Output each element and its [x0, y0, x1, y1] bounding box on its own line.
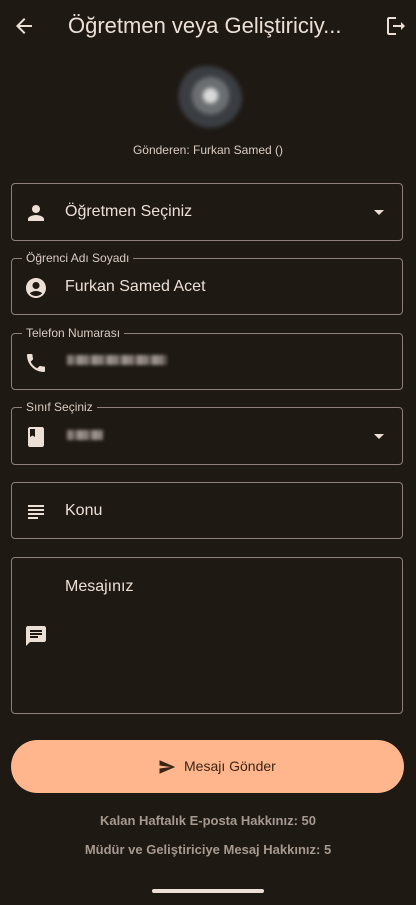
weekly-email-quota: Kalan Haftalık E-posta Hakkınız: 50	[99, 813, 316, 828]
sender-label: Gönderen: Furkan Samed ()	[132, 143, 284, 157]
message-field[interactable]: Mesajınız	[11, 557, 403, 714]
phone-icon	[27, 354, 45, 372]
gesture-bar[interactable]	[152, 889, 264, 893]
principal-message-quota: Müdür ve Geliştiriciye Mesaj Hakkınız: 5	[84, 842, 332, 857]
teacher-select-value: Öğretmen Seçiniz	[65, 203, 193, 220]
subject-placeholder: Konu	[65, 502, 103, 519]
class-select[interactable]: Sınıf Seçiniz	[11, 400, 403, 465]
student-name-label: Öğrenci Adı Soyadı	[22, 251, 134, 265]
person-icon	[28, 205, 44, 221]
app-bar: Öğretmen veya Geliştiriciy...	[0, 0, 416, 52]
class-value-redacted	[67, 430, 103, 440]
send-message-button[interactable]: Mesajı Gönder	[11, 740, 404, 793]
phone-label: Telefon Numarası	[22, 326, 125, 340]
send-icon	[159, 760, 176, 774]
subject-lines-icon	[28, 505, 44, 519]
account-circle-icon	[26, 278, 46, 298]
message-icon	[26, 626, 46, 646]
phone-value-redacted	[67, 355, 167, 365]
page-title: Öğretmen veya Geliştiriciy...	[68, 13, 342, 38]
subject-field[interactable]: Konu	[11, 482, 403, 539]
student-name-field[interactable]: Öğrenci Adı Soyadı Furkan Samed Acet	[11, 251, 403, 315]
avatar	[172, 66, 242, 132]
book-icon	[28, 427, 44, 447]
student-name-value: Furkan Samed Acet	[65, 278, 206, 295]
teacher-select[interactable]: Öğretmen Seçiniz	[11, 183, 403, 241]
message-placeholder: Mesajınız	[65, 578, 134, 595]
phone-field[interactable]: Telefon Numarası	[11, 326, 403, 390]
send-button-label: Mesajı Gönder	[184, 758, 276, 774]
dropdown-arrow-icon	[374, 210, 384, 215]
back-arrow-icon[interactable]	[12, 14, 36, 38]
class-select-label: Sınıf Seçiniz	[22, 400, 97, 414]
dropdown-arrow-icon	[374, 434, 384, 439]
logout-icon[interactable]	[384, 14, 408, 38]
